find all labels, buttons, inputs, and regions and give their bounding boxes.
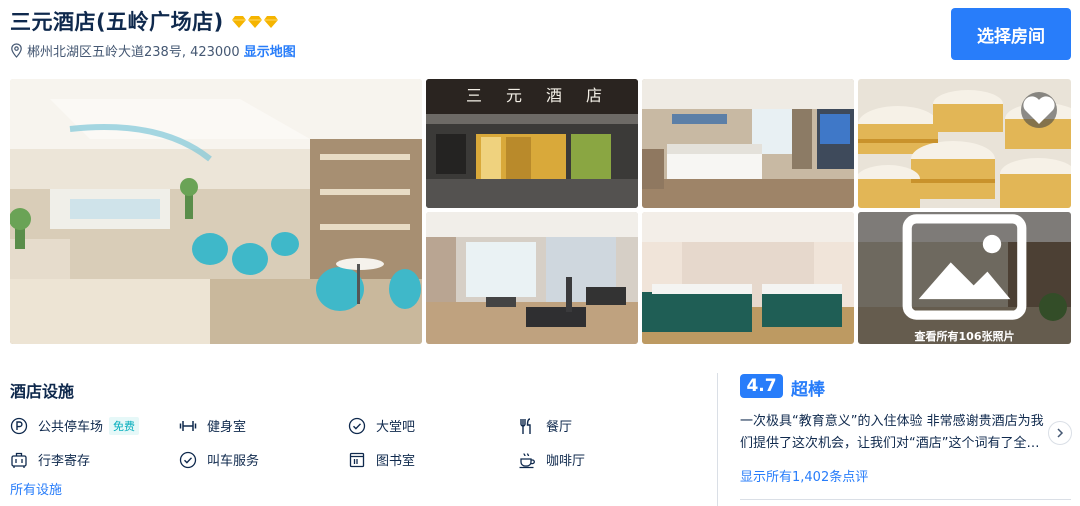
chevron-right-icon — [1057, 428, 1064, 438]
diamond-icon — [263, 16, 278, 28]
diamond-icon — [247, 16, 262, 28]
photo-lobby[interactable] — [10, 79, 422, 344]
facility-label: 图书室 — [376, 454, 416, 469]
svg-text:元: 元 — [506, 86, 522, 105]
photo-guest-room[interactable] — [642, 79, 854, 208]
address-row: 郴州北湖区五岭大道238号, 423000 显示地图 — [10, 41, 296, 60]
review-score-badge: 4.7 — [740, 374, 783, 398]
facility-gym: 健身室 — [179, 416, 246, 435]
facility-label: 咖啡厅 — [546, 454, 586, 469]
facility-label: 行李寄存 — [38, 454, 91, 469]
facility-label: 餐厅 — [546, 420, 573, 435]
location-pin-icon — [11, 43, 22, 58]
facility-parking: 公共停车场 免费 — [10, 416, 140, 435]
hotel-name: 三元酒店(五岭广场店) — [10, 10, 224, 34]
review-divider — [740, 499, 1071, 500]
photo-more[interactable]: 查看所有106张照片 — [858, 212, 1071, 344]
facility-cafe: 咖啡厅 — [518, 450, 585, 469]
choose-room-button[interactable]: 选择房间 — [951, 8, 1071, 60]
photo-meeting-room[interactable] — [642, 212, 854, 344]
facility-label: 叫车服务 — [207, 454, 260, 469]
image-icon — [902, 214, 1027, 320]
photo-dim-sum[interactable] — [858, 79, 1071, 208]
coffee-icon — [519, 452, 535, 468]
facility-restaurant: 餐厅 — [518, 416, 572, 435]
facility-taxi: 叫车服务 — [179, 450, 259, 469]
facility-luggage: 行李寄存 — [10, 450, 90, 469]
show-map-link[interactable]: 显示地图 — [244, 41, 296, 60]
review-excerpt: 一次极具“教育意义”的入住体验 非常感谢贵酒店为我们提供了这次机会，让我们对“酒… — [740, 414, 1044, 451]
heart-icon — [1023, 96, 1055, 124]
check-circle-icon — [348, 417, 366, 434]
svg-text:三: 三 — [466, 86, 482, 105]
favorite-button[interactable] — [1021, 92, 1057, 128]
facilities-title: 酒店设施 — [10, 382, 75, 401]
utensils-icon — [520, 417, 531, 434]
parking-icon — [10, 417, 28, 434]
all-facilities-link[interactable]: 所有设施 — [10, 479, 62, 498]
photo-gym[interactable] — [426, 212, 638, 344]
free-badge: 免费 — [109, 416, 140, 435]
section-divider — [717, 373, 718, 506]
all-reviews-link[interactable]: 显示所有1,402条点评 — [740, 466, 868, 485]
facility-label: 大堂吧 — [376, 420, 416, 435]
library-icon — [349, 452, 365, 467]
hotel-address: 郴州北湖区五岭大道238号, 423000 — [27, 45, 240, 60]
title-row: 三元酒店(五岭广场店) — [10, 6, 278, 36]
svg-text:店: 店 — [586, 86, 602, 105]
facility-library: 图书室 — [348, 450, 415, 469]
svg-text:酒: 酒 — [546, 86, 562, 105]
check-circle-icon — [179, 451, 197, 468]
luggage-icon — [11, 452, 27, 468]
next-review-button[interactable] — [1048, 421, 1072, 445]
facility-label: 公共停车场 — [38, 420, 104, 435]
facility-lobby-bar: 大堂吧 — [348, 416, 415, 435]
view-all-photos-overlay[interactable]: 查看所有106张照片 — [858, 212, 1071, 344]
view-all-photos-label: 查看所有106张照片 — [914, 330, 1015, 343]
review-score-word: 超棒 — [791, 380, 825, 400]
facility-label: 健身室 — [207, 420, 247, 435]
diamond-icon — [231, 16, 246, 28]
photo-hotel-front[interactable]: 三 元 酒 店 — [426, 79, 638, 208]
diamond-rating — [231, 16, 278, 28]
dumbbell-icon — [179, 420, 197, 431]
